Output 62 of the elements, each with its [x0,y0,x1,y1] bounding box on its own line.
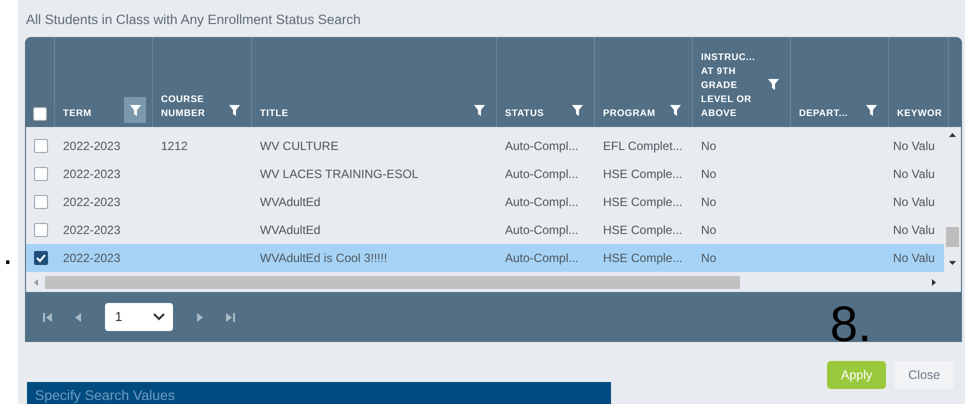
next-page-icon[interactable] [195,312,204,322]
table-cell: HSE Comple... [603,251,682,265]
table-cell: WVAdultEd [260,195,320,209]
row-checkbox[interactable] [34,195,48,209]
table-row[interactable]: 2022-2023 WVAdultEd Auto-Compl... HSE Comple... No No Valu [26,216,944,244]
column-header[interactable]: INSTRUC... AT 9TH GRADE LEVEL OR ABOVE [701,51,761,121]
chevron-down-icon[interactable] [153,313,165,321]
panel-title: All Students in Class with Any Enrollment Status Search [26,11,361,29]
table-cell: EFL Complet... [603,139,683,153]
table-cell: HSE Comple... [603,223,682,237]
annotation-mark: . [3,236,12,270]
table-cell: No [701,167,716,181]
row-checkbox[interactable] [34,251,48,265]
table-cell: HSE Comple... [603,195,682,209]
filter-icon[interactable] [124,97,146,123]
previous-page-icon[interactable] [74,312,83,322]
table-cell: Auto-Compl... [505,251,578,265]
row-checkbox[interactable] [34,223,48,237]
table-cell: 2022-2023 [63,251,120,265]
table-cell: 1212 [161,139,188,153]
close-button[interactable]: Close [894,361,954,389]
row-checkbox[interactable] [34,139,48,153]
column-header[interactable]: PROGRAM [603,107,656,121]
table-cell: No [701,139,716,153]
last-page-icon[interactable] [226,312,235,322]
column-header[interactable]: TERM [63,107,92,121]
table-cell: Auto-Compl... [505,139,578,153]
table-cell: No Valu [893,167,935,181]
select-all-checkbox[interactable] [33,107,47,121]
table-cell: Auto-Compl... [505,195,578,209]
column-header[interactable]: KEYWOR [897,107,942,121]
table-row[interactable]: 2022-2023 1212 WV CULTURE Auto-Compl... EFL Complet... No No Valu [26,132,944,160]
table-cell: No [701,223,716,237]
table-row[interactable]: 2022-2023 WV LACES TRAINING-ESOL Auto-Compl... HSE Comple... No No Valu [26,160,944,188]
column-header[interactable]: STATUS [505,107,544,121]
table-cell: Auto-Compl... [505,223,578,237]
table-cell: No Valu [893,195,935,209]
table-cell: No [701,195,716,209]
table-cell: No [701,251,716,265]
table-cell: 2022-2023 [63,167,120,181]
table-cell: No Valu [893,251,935,265]
table-row[interactable]: 2022-2023 WVAdultEd Auto-Compl... HSE Comple... No No Valu [26,188,944,216]
column-header[interactable]: COURSE NUMBER [161,93,222,121]
table-cell: 2022-2023 [63,139,120,153]
column-header[interactable]: TITLE [260,107,288,121]
table-cell: No Valu [893,223,935,237]
section-title: Specify Search Values [35,386,175,404]
table-cell: WV CULTURE [260,139,338,153]
annotation-mark: 8. [830,295,872,354]
table-cell: WVAdultEd [260,223,320,237]
table-cell: No Valu [893,139,935,153]
table-cell: 2022-2023 [63,223,120,237]
table-cell: 2022-2023 [63,195,120,209]
row-checkbox[interactable] [34,167,48,181]
table-cell: WV LACES TRAINING-ESOL [260,167,418,181]
table-cell: Auto-Compl... [505,167,578,181]
column-header[interactable]: DEPART... [799,107,848,121]
table-cell: HSE Comple... [603,167,682,181]
first-page-icon[interactable] [43,312,52,322]
table-cell: WVAdultEd is Cool 3!!!!! [260,251,388,265]
page-select[interactable]: 1 [105,303,173,331]
table-row[interactable]: 2022-2023 WVAdultEd is Cool 3!!!!! Auto-Compl... HSE Comple... No No Valu [26,244,944,272]
